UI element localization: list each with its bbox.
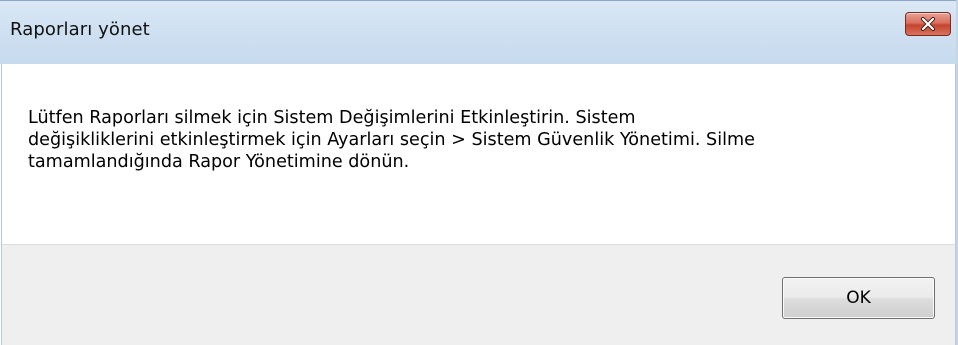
window-title: Raporları yönet [10, 19, 150, 40]
message-area: Lütfen Raporları silmek için Sistem Deği… [1, 64, 956, 244]
message-text: Lütfen Raporları silmek için Sistem Deği… [28, 108, 755, 172]
close-icon [906, 13, 950, 35]
close-button[interactable] [905, 12, 951, 36]
button-bar: OK [1, 244, 956, 345]
message-dialog: Raporları yönet Lütfen Raporları silmek … [0, 0, 958, 345]
ok-button[interactable]: OK [782, 277, 935, 319]
title-bar[interactable]: Raporları yönet [0, 0, 958, 64]
